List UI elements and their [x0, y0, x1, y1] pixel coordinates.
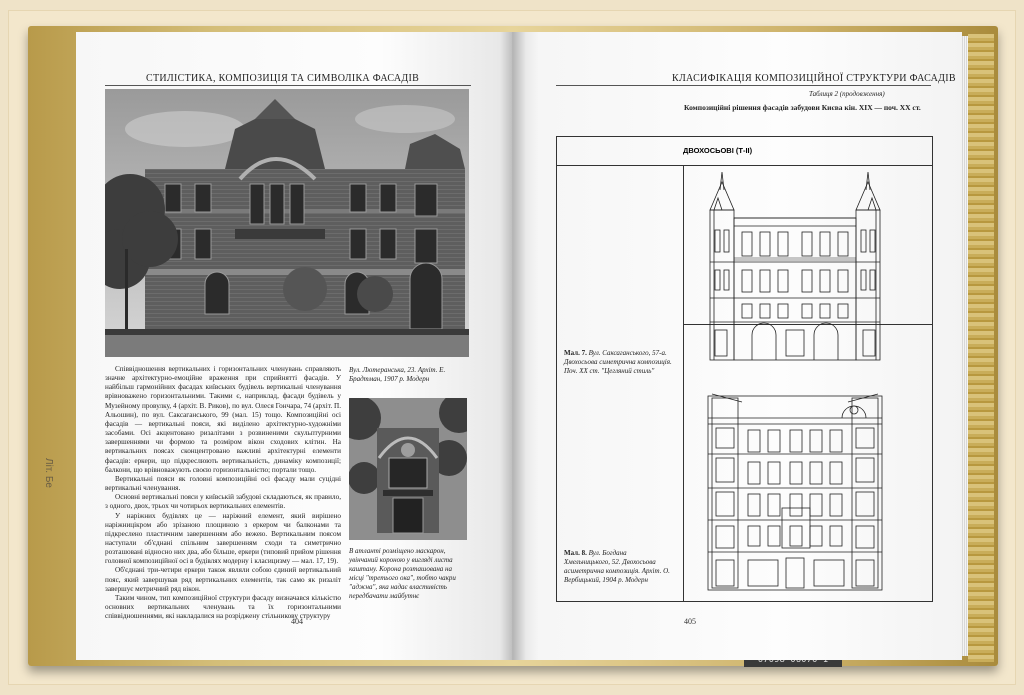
drawing-7-caption: Мал. 7. Вул. Саксаганського, 57-а. Двохо… [564, 349, 674, 376]
right-running-head: КЛАСИФІКАЦІЯ КОМПОЗИЦІЙНОЇ СТРУКТУРИ ФАС… [672, 73, 956, 84]
paragraph: Співвідношення вертикальних і горизонтал… [105, 365, 341, 474]
facade-drawing-8 [702, 388, 888, 594]
column-divider [683, 165, 684, 601]
table-label: Таблиця 2 (продовження) [809, 90, 885, 98]
drawing-7-number: Мал. 7. [564, 349, 587, 357]
paragraph: У наріжних будівлях це — наріжний елемен… [105, 511, 341, 566]
facade-drawing-7 [702, 170, 888, 366]
cover-edge [968, 34, 994, 662]
left-running-head: СТИЛІСТИКА, КОМПОЗИЦІЯ ТА СИМВОЛІКА ФАСА… [146, 73, 420, 84]
table-header: ДВОХОСЬОВІ (Т-II) [683, 146, 753, 155]
photo-caption-top: Вул. Лютеранська, 23. Архіт. Е. Брадтман… [349, 366, 446, 383]
paragraph: Об'єднані три-четири еркери також являли… [105, 566, 341, 593]
detail-photo [349, 398, 467, 540]
paragraph: Таким чином, тип композиційної структури… [105, 593, 341, 621]
drawing-8-number: Мал. 8. [564, 549, 587, 557]
drawing-8-caption: Мал. 8. Вул. Богдана Хмельницького, 52. … [564, 549, 674, 585]
right-head-rule [556, 85, 931, 86]
photo-caption-bottom: В атланті розміщено маскарон, увінчаний … [349, 547, 456, 600]
back-spine-text: Літ. Бе [43, 458, 54, 488]
page-number-right: 405 [684, 617, 696, 626]
table-title: Композиційні рішення фасадів забудови Ки… [684, 103, 921, 112]
page-number-left: 404 [291, 617, 303, 626]
paragraph: Вертикальні пояси як головні композиційн… [105, 474, 341, 493]
table-header-row: ДВОХОСЬОВІ (Т-II) [557, 137, 932, 166]
building-photo [105, 89, 469, 357]
left-body-text: Співвідношення вертикальних і горизонтал… [105, 365, 341, 621]
left-head-rule [105, 85, 471, 86]
paragraph: Основні вертикальні пояси у київській за… [105, 493, 341, 511]
